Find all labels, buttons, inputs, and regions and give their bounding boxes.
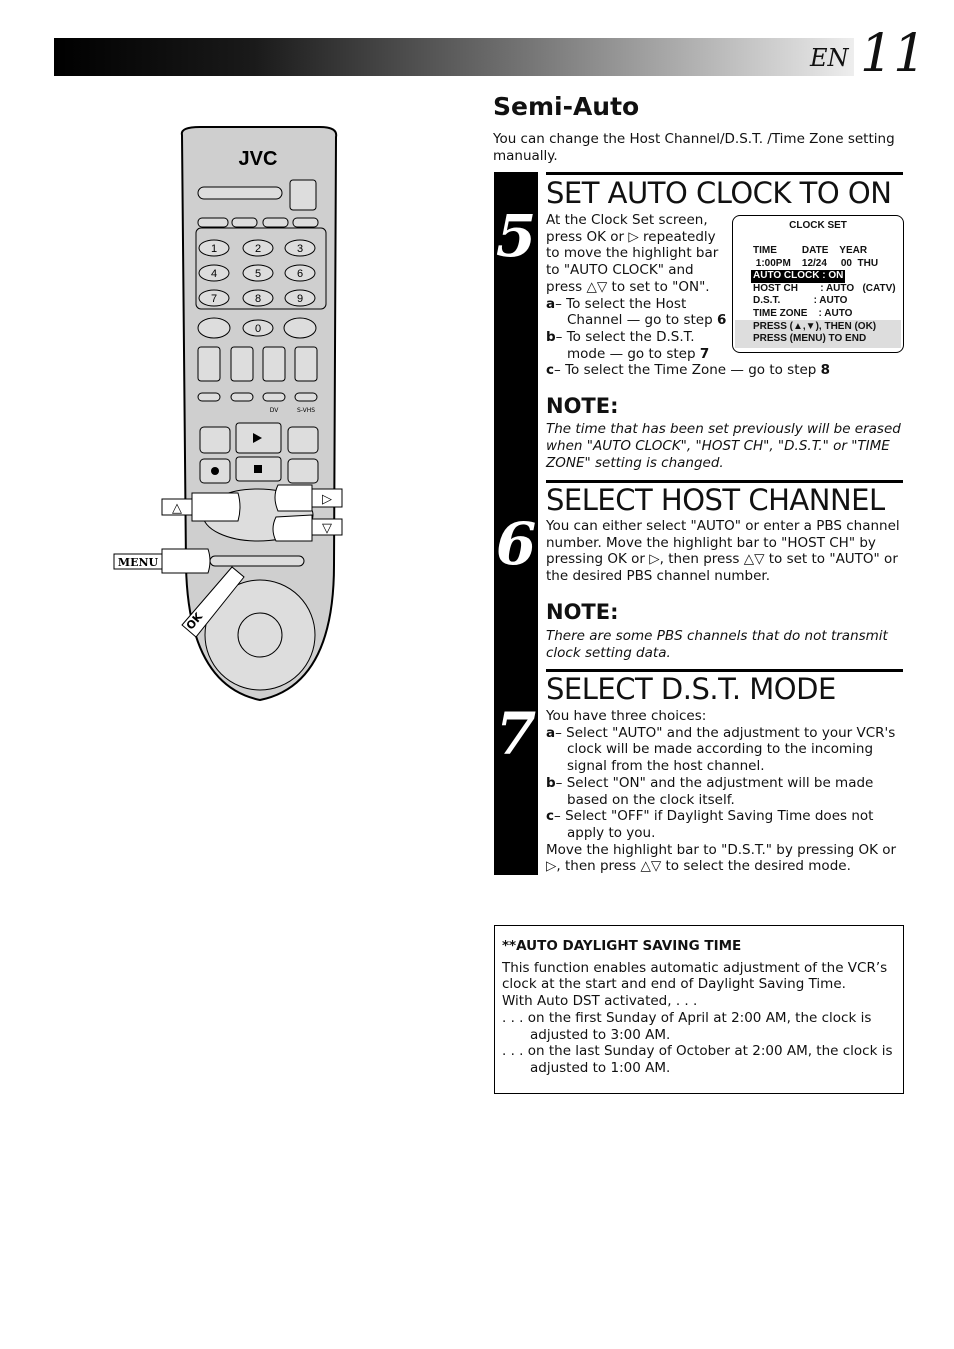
step-6-heading: SELECT HOST CHANNEL: [546, 483, 885, 517]
svg-text:▽: ▽: [322, 521, 332, 536]
svg-text:3: 3: [297, 243, 303, 255]
svg-text:2: 2: [255, 243, 261, 255]
step-5-heading: SET AUTO CLOCK TO ON: [546, 176, 892, 210]
info-box-title: **AUTO DAYLIGHT SAVING TIME: [502, 938, 742, 954]
step-number-column: 5 6 7: [494, 172, 538, 875]
remote-control-illustration: JVC 123 456 789 0 DV S-VHS △ ▷ ▽ MENU OK: [113, 126, 343, 702]
svg-text:5: 5: [255, 268, 261, 280]
svg-text:7: 7: [211, 293, 217, 305]
note-text: The time that has been set previously wi…: [546, 421, 901, 471]
step-number-6: 6: [495, 510, 537, 578]
clock-set-screen: CLOCK SET TIME DATE YEAR 1:00PM 12/24 00…: [732, 215, 904, 353]
step-5-rule: [546, 172, 903, 175]
svg-text:8: 8: [255, 293, 261, 305]
svg-text:1: 1: [211, 243, 217, 255]
step-6-instructions: You can either select "AUTO" or enter a …: [546, 518, 900, 585]
svg-text:MENU: MENU: [118, 556, 159, 569]
step-5-instructions: At the Clock Set screen, press OK or ▷ re…: [546, 212, 831, 379]
svg-text:0: 0: [255, 323, 261, 335]
header-gradient-bar: [54, 38, 854, 76]
page-number: 11: [860, 24, 927, 84]
pointing-hand-icon: [161, 548, 211, 574]
auto-dst-info-box: **AUTO DAYLIGHT SAVING TIME This functio…: [494, 925, 904, 1094]
svg-text:9: 9: [297, 293, 303, 305]
svg-text:6: 6: [297, 268, 303, 280]
pointing-hand-icon: [272, 514, 313, 542]
pointing-hand-icon: [191, 492, 241, 522]
note-text: There are some PBS channels that do not …: [546, 628, 888, 661]
section-title: Semi-Auto: [493, 92, 640, 121]
step-number-5: 5: [495, 202, 537, 270]
manual-page: EN 11 JVC 1 2 3 4 5 6 7 8 9 0 DV S-VHS △ ▷ ▽ M…: [0, 0, 954, 1349]
svg-text:4: 4: [211, 268, 217, 280]
pointing-hand-icon: [274, 484, 313, 512]
step-7-instructions: You have three choices: a– Select "AUTO"…: [546, 708, 897, 875]
highlight-bar: AUTO CLOCK : ON: [751, 270, 846, 283]
step-7-heading: SELECT D.S.T. MODE: [546, 672, 836, 706]
svg-text:▷: ▷: [322, 492, 332, 507]
svg-text:△: △: [172, 501, 182, 516]
intro-text: You can change the Host Channel/D.S.T. /…: [493, 131, 895, 164]
language-label: EN: [810, 44, 849, 72]
step-number-7: 7: [495, 700, 537, 768]
svg-text:DV: DV: [270, 407, 280, 414]
note-label: NOTE:: [546, 394, 619, 418]
svg-text:S-VHS: S-VHS: [297, 407, 315, 414]
note-label: NOTE:: [546, 600, 619, 624]
remote-brand-logo: JVC: [239, 148, 278, 170]
